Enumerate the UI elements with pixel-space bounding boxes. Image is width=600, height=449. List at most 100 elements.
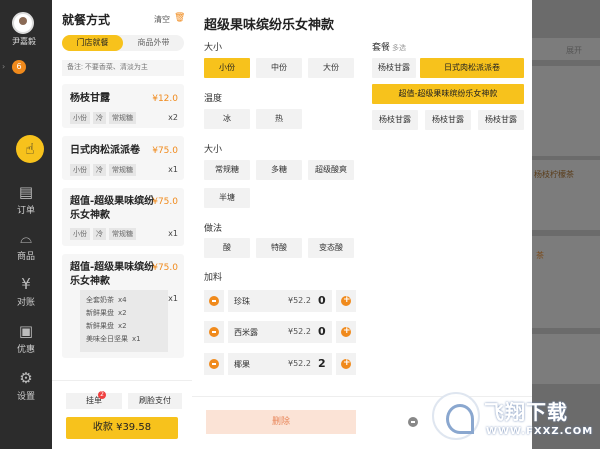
section-label: 大小 bbox=[204, 145, 223, 155]
avatar[interactable] bbox=[12, 12, 34, 34]
watermark-title: 飞翔下载 bbox=[484, 400, 568, 424]
addon-price: ¥52.2 bbox=[288, 359, 311, 368]
combo-sub-item: 新鲜果盘 x2 bbox=[86, 322, 127, 330]
tag: 小份 bbox=[70, 112, 90, 124]
minus-icon[interactable] bbox=[204, 290, 224, 312]
expand-label: 展开 bbox=[566, 46, 582, 55]
minus-icon[interactable] bbox=[204, 321, 224, 343]
addon-name: 珍珠 bbox=[234, 297, 250, 306]
option-super-sour[interactable]: 超级酸爽 bbox=[308, 160, 354, 180]
tag: 常规糖 bbox=[109, 228, 136, 240]
plus-icon[interactable] bbox=[336, 321, 356, 343]
order-item-price: ¥75.0 bbox=[152, 263, 178, 273]
order-item[interactable]: 超值-超级果味缤纷 乐女神款 ¥75.0 小份 冷 常规糖 x1 bbox=[62, 188, 184, 246]
combo-option[interactable]: 杨枝甘露 bbox=[372, 58, 416, 78]
option-sugar-more[interactable]: 多糖 bbox=[256, 160, 302, 180]
dining-mode-tabs: 门店就餐 商品外带 bbox=[62, 35, 184, 51]
option-temp-hot[interactable]: 热 bbox=[256, 109, 302, 129]
gear-icon: ⚙ bbox=[19, 369, 33, 387]
order-item-name: 乐女神款 bbox=[70, 276, 110, 287]
option-sugar-regular[interactable]: 常规糖 bbox=[204, 160, 250, 180]
order-item-name: 杨枝甘露 bbox=[70, 93, 110, 104]
combo-option[interactable]: 超值-超级果味缤纷乐女神款 bbox=[372, 84, 524, 104]
nav-item-settings[interactable]: ⚙ 设置 bbox=[4, 369, 48, 402]
addon-name: 椰果 bbox=[234, 360, 250, 369]
addon-row: 珍珠 ¥52.2 0 bbox=[204, 290, 356, 312]
option-size-medium[interactable]: 中份 bbox=[256, 58, 302, 78]
tag: 小份 bbox=[70, 228, 90, 240]
option-temp-ice[interactable]: 冰 bbox=[204, 109, 250, 129]
combo-sub-item: 全套奶茶 x4 bbox=[86, 296, 127, 304]
nav-item-orders[interactable]: ▤ 订单 bbox=[4, 183, 48, 216]
face-pay-button[interactable]: 刷脸支付 bbox=[128, 393, 182, 409]
order-item[interactable]: 杨枝甘露 ¥12.0 小份 冷 常规糖 x2 bbox=[62, 84, 184, 128]
modal-title: 超级果味缤纷乐女神款 bbox=[204, 18, 335, 33]
plus-icon[interactable] bbox=[336, 353, 356, 375]
order-item[interactable]: 超值-超级果味缤纷 乐女神款 ¥75.0 x1 全套奶茶 x4 新鲜果盘 x2 新鲜… bbox=[62, 254, 184, 358]
pointer-hand-icon[interactable]: ☝ bbox=[16, 135, 44, 163]
nav-item-label: 优惠 bbox=[16, 345, 35, 355]
addon-row: 西米露 ¥52.2 0 bbox=[204, 321, 356, 343]
hold-order-button[interactable]: 挂单 bbox=[66, 393, 122, 409]
left-nav: 尹嘉毅 › 6 ☝ ▤ 订单 ⌓ 商品 ¥ 对账 ▣ 优惠 ⚙ 设置 bbox=[0, 0, 52, 449]
addon-price: ¥52.2 bbox=[288, 327, 311, 336]
order-note-input[interactable] bbox=[62, 60, 184, 76]
tab-takeaway[interactable]: 商品外带 bbox=[123, 35, 184, 51]
popover-pointer bbox=[184, 267, 192, 283]
checkout-button[interactable]: 收款 ¥39.58 bbox=[66, 417, 178, 439]
order-item-price: ¥12.0 bbox=[152, 94, 178, 104]
addon-qty: 0 bbox=[318, 294, 326, 307]
combo-option[interactable]: 杨枝甘露 bbox=[478, 110, 524, 130]
tab-dine-in[interactable]: 门店就餐 bbox=[62, 35, 123, 51]
trash-icon[interactable]: 🗑 bbox=[174, 13, 185, 23]
combo-option[interactable]: 日式肉松派派卷 bbox=[420, 58, 524, 78]
wallet-icon: ▣ bbox=[18, 322, 34, 340]
nav-item-reconcile[interactable]: ¥ 对账 bbox=[4, 275, 48, 308]
product-options-modal: 超级果味缤纷乐女神款 大小 小份 中份 大份 温度 冰 热 大小 常规糖 多糖 … bbox=[192, 0, 532, 449]
bg-card bbox=[532, 334, 600, 384]
combo-sub-items: 全套奶茶 x4 新鲜果盘 x2 新鲜果盘 x2 美味全日坚果 x1 bbox=[80, 290, 168, 352]
option-size-large[interactable]: 大份 bbox=[308, 58, 354, 78]
order-item[interactable]: 日式肉松派派卷 ¥75.0 小份 冷 常规糖 x1 bbox=[62, 136, 184, 180]
order-item-qty: x2 bbox=[168, 113, 178, 122]
order-item-name: 日式肉松派派卷 bbox=[70, 145, 140, 156]
nav-item-label: 设置 bbox=[16, 392, 35, 402]
section-label: 做法 bbox=[204, 224, 223, 234]
hold-count-badge: 2 bbox=[98, 391, 106, 399]
nav-item-discounts[interactable]: ▣ 优惠 bbox=[4, 322, 48, 355]
combo-sub-item: 美味全日坚果 x1 bbox=[86, 335, 141, 343]
option-sugar-half[interactable]: 半塘 bbox=[204, 188, 250, 208]
section-label: 大小 bbox=[204, 43, 223, 53]
option-method-extra-sour[interactable]: 特酸 bbox=[256, 238, 302, 258]
addon-name: 西米露 bbox=[234, 328, 258, 337]
minus-icon[interactable] bbox=[408, 417, 418, 427]
addon-row: 椰果 ¥52.2 2 bbox=[204, 353, 356, 375]
nav-item-label: 对账 bbox=[16, 298, 35, 308]
option-method-sour[interactable]: 酸 bbox=[204, 238, 250, 258]
dining-mode-title: 就餐方式 bbox=[62, 13, 111, 27]
clear-button[interactable]: 清空 bbox=[154, 14, 170, 25]
combo-option[interactable]: 杨枝甘露 bbox=[425, 110, 471, 130]
minus-icon[interactable] bbox=[204, 353, 224, 375]
nav-item-products[interactable]: ⌓ 商品 bbox=[4, 229, 48, 262]
tag: 冷 bbox=[93, 164, 106, 176]
section-label: 温度 bbox=[204, 94, 223, 104]
addon-box: 珍珠 ¥52.2 0 bbox=[228, 290, 332, 312]
order-footer: 挂单 2 刷脸支付 收款 ¥39.58 bbox=[52, 380, 192, 449]
watermark: 飞翔下载 WWW.FXXZ.COM bbox=[432, 392, 600, 449]
option-method-crazy-sour[interactable]: 变态酸 bbox=[308, 238, 354, 258]
plus-icon[interactable] bbox=[336, 290, 356, 312]
option-size-small[interactable]: 小份 bbox=[204, 58, 250, 78]
tag: 冷 bbox=[93, 228, 106, 240]
delete-button[interactable]: 删除 bbox=[206, 410, 356, 434]
notification-badge[interactable]: 6 bbox=[12, 60, 26, 74]
order-item-name: 乐女神款 bbox=[70, 210, 110, 221]
order-item-qty: x1 bbox=[168, 229, 178, 238]
nav-item-label: 订单 bbox=[16, 206, 35, 216]
dish-icon: ⌓ bbox=[20, 229, 32, 247]
combo-option[interactable]: 杨枝甘露 bbox=[372, 110, 418, 130]
bg-card bbox=[532, 66, 600, 156]
orders-icon: ▤ bbox=[18, 183, 34, 201]
order-item-tags: 小份 冷 常规糖 bbox=[70, 228, 136, 240]
chevron-right-icon[interactable]: › bbox=[2, 62, 10, 74]
